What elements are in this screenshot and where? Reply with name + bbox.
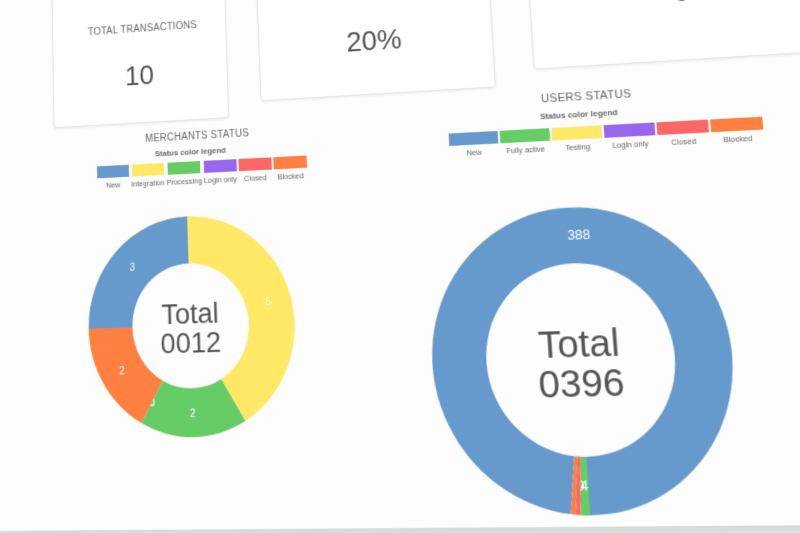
dashboard-screenshot: { "cards": [ {"label": "TOTAL TRANSACTIO… (0, 0, 800, 533)
users-legend-item-closed: Closed (656, 119, 710, 148)
merchants-status-title: MERCHANTS STATUS (145, 128, 250, 145)
merchants-legend-label: Processing (166, 176, 203, 187)
merchants-legend-item-processing: Processing (166, 161, 202, 187)
merchants-slice-value-processing: 2 (190, 408, 196, 420)
merchants-status-chart: 3 5 2 0 0 2 Total 0012 (83, 207, 303, 448)
users-status-chart: 38840Total0396 (419, 195, 752, 528)
merchants-legend-item-closed: Closed (238, 157, 272, 183)
users-legend-label: Login only (611, 138, 649, 151)
users-legend-swatch (656, 119, 709, 136)
users-legend-label: Blocked (722, 133, 753, 145)
users-legend-label: Closed (670, 136, 697, 148)
users-legend-item-blocked: Blocked (710, 116, 764, 145)
users-legend-swatch (710, 116, 764, 133)
merchants-legend-swatch (203, 159, 237, 173)
users-total-value: 0396 (537, 361, 626, 407)
merchants-slice-value-blocked: 2 (119, 366, 125, 378)
third-stat-card: 0 (525, 0, 800, 70)
users-slice-value-new: 388 (567, 227, 591, 244)
third-stat-value: 0 (529, 0, 800, 18)
users-legend-item-testing: Testing (551, 125, 603, 153)
dashboard-panel: TOTAL TRANSACTIONS 10 20% 0 MERCHANTS ST… (0, 0, 800, 531)
users-legend: New Fully active Testing Login only Closed Bl… (448, 116, 767, 159)
merchants-slice-value-new: 3 (130, 263, 136, 275)
merchants-donut-svg: 352002Total0012 (86, 211, 299, 439)
percentage-value: 20% (345, 22, 403, 58)
merchants-legend-label: Blocked (277, 171, 304, 182)
merchants-slice-value-integration: 5 (265, 296, 271, 308)
total-transactions-label: TOTAL TRANSACTIONS (87, 19, 198, 39)
merchants-legend-item-login-only: Login only (203, 159, 237, 185)
users-legend-item-login-only: Login only (603, 122, 657, 151)
users-donut-svg: 38840Total0396 (424, 200, 746, 517)
merchants-legend-swatch (131, 162, 164, 177)
users-legend-label: Testing (564, 141, 591, 153)
merchants-total-value: 0012 (160, 326, 221, 360)
merchants-legend-swatch (238, 157, 272, 172)
users-legend-swatch (448, 130, 499, 146)
merchants-legend-item-new: New (96, 164, 130, 191)
users-total-label: Total (537, 321, 621, 367)
merchants-legend-swatch (167, 161, 201, 175)
users-status-title: USERS STATUS (540, 87, 632, 106)
users-legend-swatch (603, 122, 656, 138)
merchants-legend-title: Status color legend (154, 145, 226, 159)
merchants-legend-label: Login only (203, 174, 238, 186)
merchants-legend: New Integration Processing Login only Closed… (96, 155, 309, 191)
total-transactions-card: TOTAL TRANSACTIONS 10 (51, 0, 230, 129)
users-legend-label: Fully active (505, 144, 546, 156)
users-legend-swatch (551, 125, 603, 141)
merchants-legend-label: Integration (131, 177, 165, 189)
merchants-legend-item-blocked: Blocked (273, 155, 307, 182)
merchants-legend-label: Closed (243, 172, 267, 184)
merchants-legend-swatch (273, 155, 307, 170)
percentage-card: 20% (255, 0, 496, 102)
users-legend-label: New (466, 147, 483, 158)
users-legend-swatch (499, 128, 551, 144)
users-legend-item-new: New (448, 130, 500, 159)
merchants-legend-item-integration: Integration (131, 162, 165, 189)
merchants-legend-label: New (106, 180, 121, 190)
total-transactions-value: 10 (124, 59, 155, 92)
users-legend-item-fully-active: Fully active (499, 128, 551, 156)
users-legend-title: Status color legend (539, 107, 619, 122)
merchants-legend-swatch (96, 164, 130, 179)
